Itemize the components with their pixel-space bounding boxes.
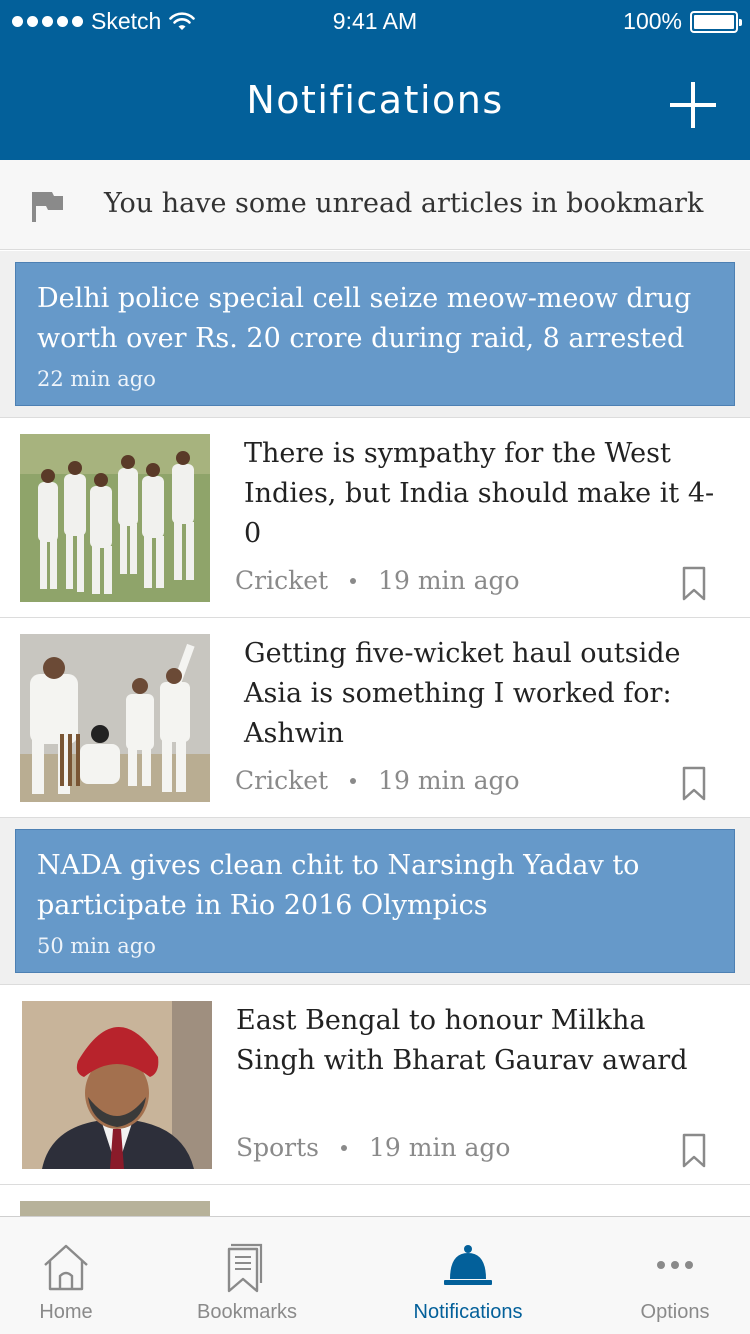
app-header: Notifications — [0, 44, 750, 160]
highlight-headline: NADA gives clean chit to Narsingh Yadav … — [37, 850, 640, 921]
bookmark-icon[interactable] — [682, 566, 706, 601]
separator-dot — [350, 777, 357, 784]
tab-label: Options — [640, 1301, 710, 1323]
plus-icon[interactable] — [670, 82, 716, 128]
article-meta: Cricket 19 min ago — [235, 766, 520, 795]
article-meta: Cricket 19 min ago — [235, 566, 520, 595]
cricket-bowler-celebration-image — [20, 634, 210, 802]
tab-bookmarks[interactable]: Bookmarks — [172, 1217, 322, 1334]
bookmark-icon[interactable] — [682, 766, 706, 801]
highlight-time: 22 min ago — [37, 367, 156, 391]
article-item[interactable]: There is sympathy for the West Indies, b… — [0, 418, 750, 618]
bell-icon — [444, 1245, 492, 1285]
highlight-notification[interactable]: NADA gives clean chit to Narsingh Yadav … — [15, 829, 735, 973]
home-icon — [44, 1244, 88, 1291]
highlight-time: 50 min ago — [37, 934, 156, 958]
page-title: Notifications — [246, 78, 504, 122]
tab-options[interactable]: Options — [600, 1217, 750, 1334]
article-time: 19 min ago — [378, 766, 520, 795]
unread-bookmarks-banner[interactable]: You have some unread articles in bookmar… — [0, 160, 750, 250]
battery-icon — [690, 10, 742, 33]
separator-dot — [350, 577, 357, 584]
bottom-tab-bar: Home Bookmarks Notifications Options — [0, 1216, 750, 1334]
status-bar: Sketch 9:41 AM 100% — [0, 0, 750, 44]
unread-banner-text: You have some unread articles in bookmar… — [104, 188, 704, 219]
highlight-container: NADA gives clean chit to Narsingh Yadav … — [0, 818, 750, 985]
article-headline: Getting five-wicket haul outside Asia is… — [244, 638, 681, 749]
bookmark-icon[interactable] — [682, 1133, 706, 1168]
tab-home[interactable]: Home — [0, 1217, 132, 1334]
battery-percentage: 100% — [623, 8, 682, 34]
article-category: Cricket — [235, 766, 329, 795]
more-dots-icon — [657, 1261, 693, 1269]
separator-dot — [341, 1144, 348, 1151]
cricket-team-walking-image — [20, 434, 210, 602]
highlight-headline: Delhi police special cell seize meow-meo… — [37, 283, 692, 354]
article-item[interactable] — [0, 1185, 750, 1221]
bookmarks-icon — [227, 1243, 263, 1293]
tab-notifications[interactable]: Notifications — [393, 1217, 543, 1334]
tab-label: Home — [39, 1301, 93, 1323]
article-headline: East Bengal to honour Milkha Singh with … — [236, 1005, 688, 1076]
tab-label: Notifications — [413, 1301, 523, 1323]
article-category: Sports — [236, 1133, 320, 1162]
article-time: 19 min ago — [369, 1133, 511, 1162]
milkha-singh-portrait-image — [22, 1001, 212, 1169]
highlight-notification[interactable]: Delhi police special cell seize meow-meo… — [15, 262, 735, 406]
article-headline: There is sympathy for the West Indies, b… — [244, 438, 715, 549]
article-meta: Sports 19 min ago — [236, 1133, 510, 1162]
article-item[interactable]: Getting five-wicket haul outside Asia is… — [0, 618, 750, 818]
flag-icon — [32, 192, 63, 222]
notifications-feed: Delhi police special cell seize meow-meo… — [0, 251, 750, 1221]
article-category: Cricket — [235, 566, 329, 595]
article-item[interactable]: East Bengal to honour Milkha Singh with … — [0, 985, 750, 1185]
article-time: 19 min ago — [378, 566, 520, 595]
highlight-container: Delhi police special cell seize meow-meo… — [0, 251, 750, 418]
tab-label: Bookmarks — [196, 1301, 298, 1323]
